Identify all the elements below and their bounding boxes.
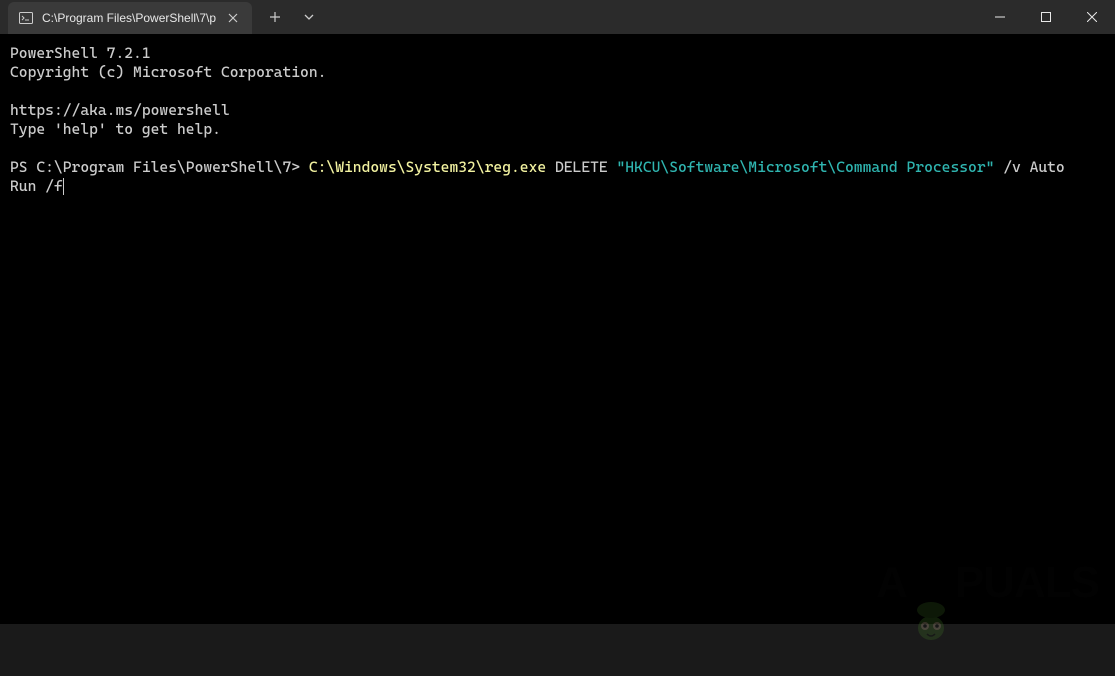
tab-dropdown-button[interactable]	[292, 1, 326, 33]
tab-actions	[252, 0, 326, 34]
titlebar-drag-area[interactable]	[326, 0, 977, 34]
chevron-down-icon	[304, 12, 314, 22]
docs-link[interactable]: https://aka.ms/powershell	[10, 101, 230, 119]
command-args: /v Auto	[994, 158, 1064, 176]
prompt-prefix: PS	[10, 158, 36, 176]
maximize-button[interactable]	[1023, 0, 1069, 34]
new-tab-button[interactable]	[258, 1, 292, 33]
titlebar: C:\Program Files\PowerShell\7\p	[0, 0, 1115, 34]
banner-line: Copyright (c) Microsoft Corporation.	[10, 63, 326, 81]
command-args-wrap: Run /f	[10, 177, 63, 195]
help-hint: Type 'help' to get help.	[10, 120, 221, 138]
plus-icon	[269, 11, 281, 23]
watermark: A PUALS	[876, 560, 1099, 604]
window-close-button[interactable]	[1069, 0, 1115, 34]
prompt-suffix: >	[291, 158, 309, 176]
minimize-button[interactable]	[977, 0, 1023, 34]
watermark-text: PUALS	[955, 573, 1099, 592]
command-verb: DELETE	[546, 158, 616, 176]
minimize-icon	[995, 12, 1005, 22]
close-icon	[1087, 12, 1097, 22]
text-cursor	[63, 178, 64, 195]
terminal-output[interactable]: PowerShell 7.2.1 Copyright (c) Microsoft…	[0, 34, 1115, 624]
tab-active[interactable]: C:\Program Files\PowerShell\7\p	[8, 2, 252, 34]
tab-title: C:\Program Files\PowerShell\7\p	[42, 11, 216, 25]
watermark-text: A	[876, 573, 907, 592]
terminal-icon	[18, 10, 34, 26]
close-icon	[228, 13, 238, 23]
command-regkey: "HKCU\Software\Microsoft\Command Process…	[616, 158, 994, 176]
mascot-icon	[909, 560, 953, 604]
command-executable: C:\Windows\System32\reg.exe	[309, 158, 546, 176]
tab-close-button[interactable]	[224, 9, 242, 27]
maximize-icon	[1041, 12, 1051, 22]
window-controls	[977, 0, 1115, 34]
prompt-path: C:\Program Files\PowerShell\7	[36, 158, 291, 176]
banner-line: PowerShell 7.2.1	[10, 44, 151, 62]
